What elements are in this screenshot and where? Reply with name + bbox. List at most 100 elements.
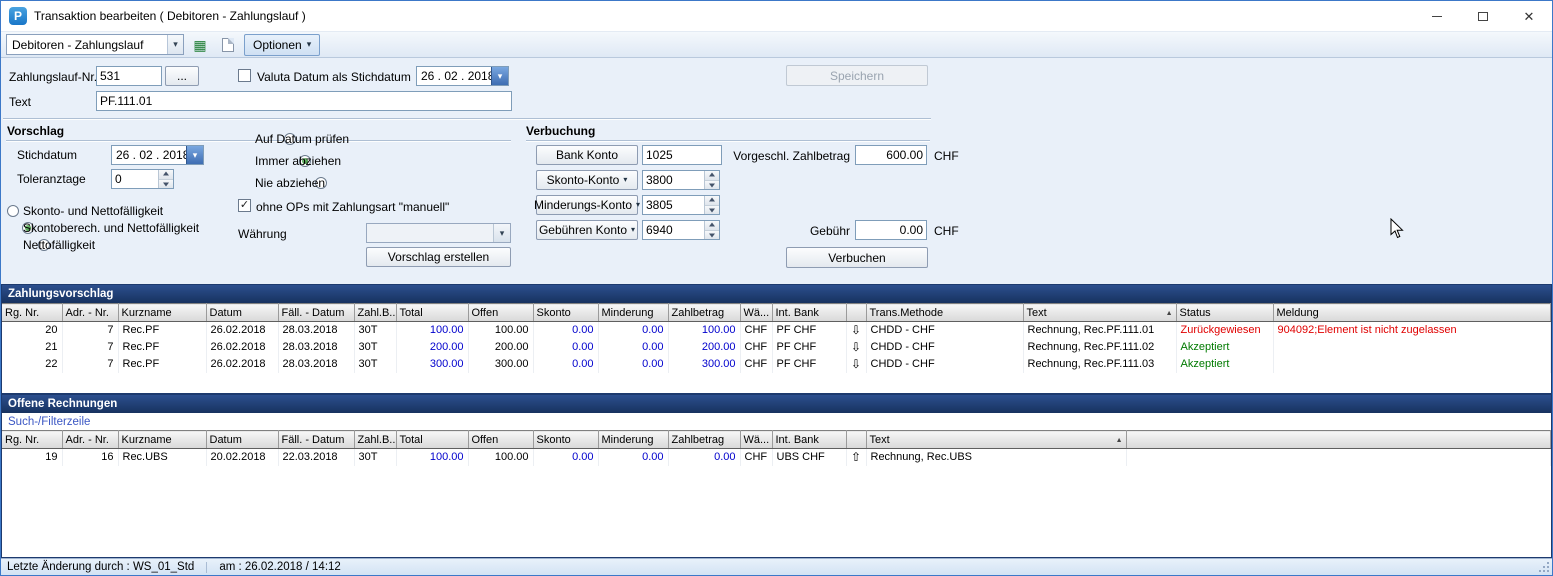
text-input[interactable]	[96, 91, 512, 111]
table-cell[interactable]: 20	[2, 322, 62, 339]
chevron-down-icon[interactable]: ▾	[493, 224, 510, 242]
skonto-konto-input[interactable]	[643, 171, 704, 189]
table-cell[interactable]: Rechnung, Rec.PF.111.02	[1023, 339, 1176, 356]
column-header[interactable]: Rg. Nr.	[2, 304, 62, 322]
minimize-button[interactable]	[1414, 1, 1460, 31]
column-header[interactable]: Skonto	[533, 431, 598, 449]
calendar-dropdown-icon[interactable]: ▾	[186, 146, 203, 164]
spinner-down-icon[interactable]	[705, 231, 719, 240]
waehrung-select[interactable]: ▾	[366, 223, 511, 243]
table-cell[interactable]: CHDD - CHF	[866, 339, 1023, 356]
table-cell[interactable]: 28.03.2018	[278, 356, 354, 373]
table-cell[interactable]	[1273, 356, 1551, 373]
column-header[interactable]: Text▲	[1023, 304, 1176, 322]
new-document-button[interactable]	[216, 34, 240, 56]
table-cell[interactable]: Akzeptiert	[1176, 339, 1273, 356]
column-header[interactable]: Minderung	[598, 431, 668, 449]
column-header[interactable]: Int. Bank	[772, 431, 846, 449]
radio-skonto-und-netto[interactable]	[7, 205, 19, 217]
column-header[interactable]: Total	[396, 431, 468, 449]
bank-konto-input[interactable]	[642, 145, 722, 165]
spinner-up-icon[interactable]	[705, 171, 719, 181]
table-cell[interactable]: ⇩	[846, 356, 866, 373]
table-cell[interactable]: 200.00	[396, 339, 468, 356]
export-button[interactable]: ▦	[188, 34, 212, 56]
skonto-konto-stepper[interactable]	[642, 170, 720, 190]
column-header[interactable]: Meldung	[1273, 304, 1551, 322]
table-cell[interactable]: 21	[2, 339, 62, 356]
minderungs-konto-input[interactable]	[643, 196, 704, 214]
column-header[interactable]: Wä...	[740, 431, 772, 449]
table-cell[interactable]: 904092;Element ist nicht zugelassen	[1273, 322, 1551, 339]
gebuehren-konto-button[interactable]: Gebühren Konto ▾	[536, 220, 638, 240]
table-cell[interactable]: 300.00	[396, 356, 468, 373]
column-header[interactable]: Total	[396, 304, 468, 322]
table-cell[interactable]: Rec.PF	[118, 356, 206, 373]
table-cell[interactable]: 30T	[354, 322, 396, 339]
resize-grip[interactable]	[1547, 570, 1549, 572]
column-header[interactable]: Status	[1176, 304, 1273, 322]
table-cell[interactable]: 28.03.2018	[278, 339, 354, 356]
column-header[interactable]: Trans.Methode	[866, 304, 1023, 322]
close-button[interactable]: ✕	[1506, 1, 1552, 31]
table-cell[interactable]: 300.00	[468, 356, 533, 373]
options-button[interactable]: Optionen ▾	[244, 34, 320, 56]
column-header[interactable]: Offen	[468, 431, 533, 449]
bank-konto-button[interactable]: Bank Konto	[536, 145, 638, 165]
table-cell[interactable]: 7	[62, 322, 118, 339]
table-cell[interactable]: ⇩	[846, 339, 866, 356]
column-header[interactable]: Zahl.B...	[354, 431, 396, 449]
column-header[interactable]: Adr. - Nr.	[62, 431, 118, 449]
column-header[interactable]: Kurzname	[118, 431, 206, 449]
table-cell[interactable]: 30T	[354, 356, 396, 373]
table-cell[interactable]: 19	[2, 449, 62, 466]
table-cell[interactable]: 100.00	[468, 449, 533, 466]
table-cell[interactable]: 28.03.2018	[278, 322, 354, 339]
table-cell[interactable]: 0.00	[668, 449, 740, 466]
calendar-dropdown-icon[interactable]: ▾	[491, 67, 508, 85]
table-row[interactable]: 1916Rec.UBS20.02.201822.03.201830T100.00…	[2, 449, 1551, 466]
vorgeschl-zahlbetrag-input[interactable]	[855, 145, 927, 165]
table-cell[interactable]: CHF	[740, 449, 772, 466]
table-cell[interactable]: 22.03.2018	[278, 449, 354, 466]
table-cell[interactable]: Rec.UBS	[118, 449, 206, 466]
table-cell[interactable]: 0.00	[533, 356, 598, 373]
table-cell[interactable]: 26.02.2018	[206, 322, 278, 339]
gebuehr-input[interactable]	[855, 220, 927, 240]
table-cell[interactable]: 0.00	[598, 449, 668, 466]
column-header[interactable]: Int. Bank	[772, 304, 846, 322]
table-cell[interactable]: 16	[62, 449, 118, 466]
table-row[interactable]: 217Rec.PF26.02.201828.03.201830T200.0020…	[2, 339, 1551, 356]
table-cell[interactable]: CHDD - CHF	[866, 356, 1023, 373]
table-cell[interactable]: 0.00	[533, 322, 598, 339]
table-cell[interactable]: PF CHF	[772, 322, 846, 339]
table-cell[interactable]: 200.00	[468, 339, 533, 356]
column-header[interactable]: Zahlbetrag	[668, 431, 740, 449]
minderungs-konto-stepper[interactable]	[642, 195, 720, 215]
table-cell[interactable]: CHF	[740, 356, 772, 373]
table-cell[interactable]: 300.00	[668, 356, 740, 373]
table-cell[interactable]: Akzeptiert	[1176, 356, 1273, 373]
column-header[interactable]: Wä...	[740, 304, 772, 322]
table-cell[interactable]: 7	[62, 356, 118, 373]
table-cell[interactable]: Rechnung, Rec.PF.111.03	[1023, 356, 1176, 373]
table-row[interactable]: 207Rec.PF26.02.201828.03.201830T100.0010…	[2, 322, 1551, 339]
table-cell[interactable]: 7	[62, 339, 118, 356]
toleranztage-input[interactable]	[112, 170, 158, 188]
column-header[interactable]: Zahl.B...	[354, 304, 396, 322]
table-cell[interactable]: PF CHF	[772, 339, 846, 356]
column-header[interactable]: Offen	[468, 304, 533, 322]
column-header[interactable]: Skonto	[533, 304, 598, 322]
toleranztage-stepper[interactable]	[111, 169, 174, 189]
speichern-button[interactable]: Speichern	[786, 65, 928, 86]
column-header[interactable]: Rg. Nr.	[2, 431, 62, 449]
column-header[interactable]: Datum	[206, 431, 278, 449]
column-header[interactable]: Fäll. - Datum	[278, 431, 354, 449]
table-cell[interactable]: 26.02.2018	[206, 339, 278, 356]
table-cell[interactable]: 20.02.2018	[206, 449, 278, 466]
vorschlag-erstellen-button[interactable]: Vorschlag erstellen	[366, 247, 511, 267]
table-cell[interactable]: Rechnung, Rec.PF.111.01	[1023, 322, 1176, 339]
table-cell[interactable]: 26.02.2018	[206, 356, 278, 373]
minderungs-konto-button[interactable]: Minderungs-Konto ▾	[536, 195, 638, 215]
column-header[interactable]	[1126, 431, 1551, 449]
